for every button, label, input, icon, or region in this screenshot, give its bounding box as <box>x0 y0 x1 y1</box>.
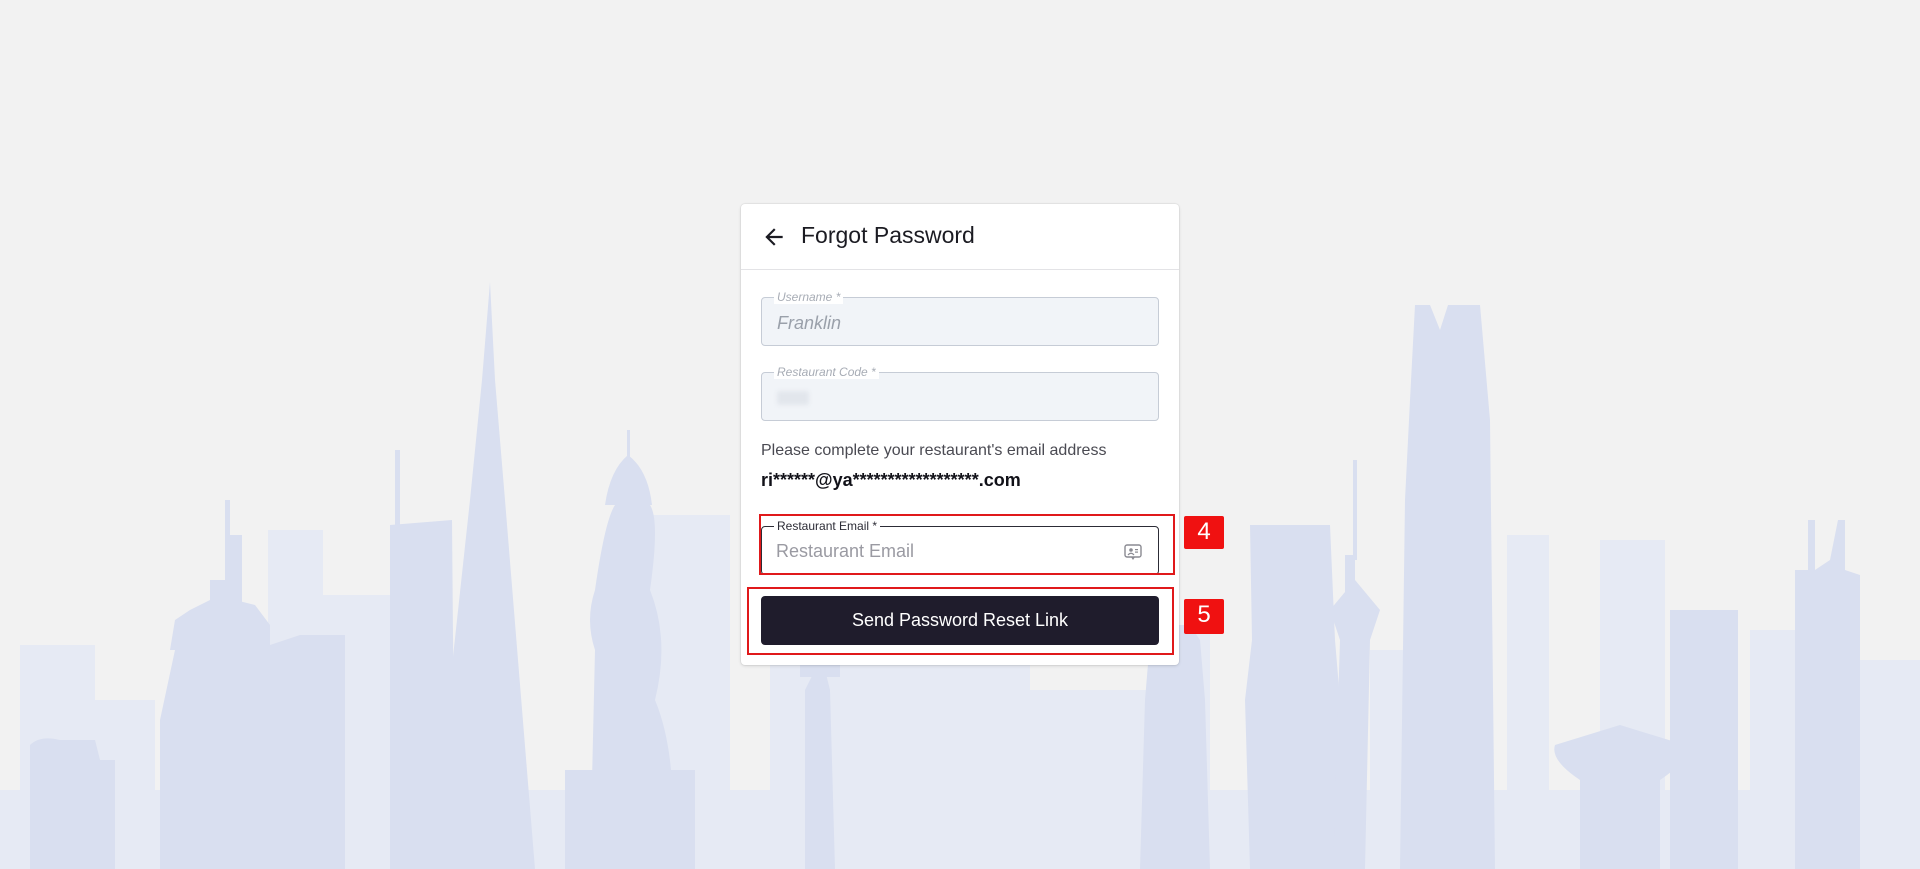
username-label: Username * <box>774 290 844 304</box>
restaurant-code-redacted-value <box>777 391 809 405</box>
page-title: Forgot Password <box>801 222 975 248</box>
annotation-box-4 <box>759 514 1175 575</box>
annotation-tag-4: 4 <box>1184 516 1224 549</box>
restaurant-code-label: Restaurant Code * <box>774 365 879 379</box>
restaurant-code-field: Restaurant Code * <box>761 365 1159 421</box>
annotation-box-5 <box>747 587 1174 655</box>
username-value: Franklin <box>777 313 842 333</box>
arrow-left-icon[interactable] <box>761 224 787 250</box>
username-field: Username * Franklin <box>761 290 1159 346</box>
masked-email: ri******@ya******************.com <box>761 470 1021 490</box>
email-hint: Please complete your restaurant's email … <box>761 442 1107 459</box>
annotation-tag-5: 5 <box>1184 599 1224 634</box>
card-header: Forgot Password <box>741 204 1179 270</box>
